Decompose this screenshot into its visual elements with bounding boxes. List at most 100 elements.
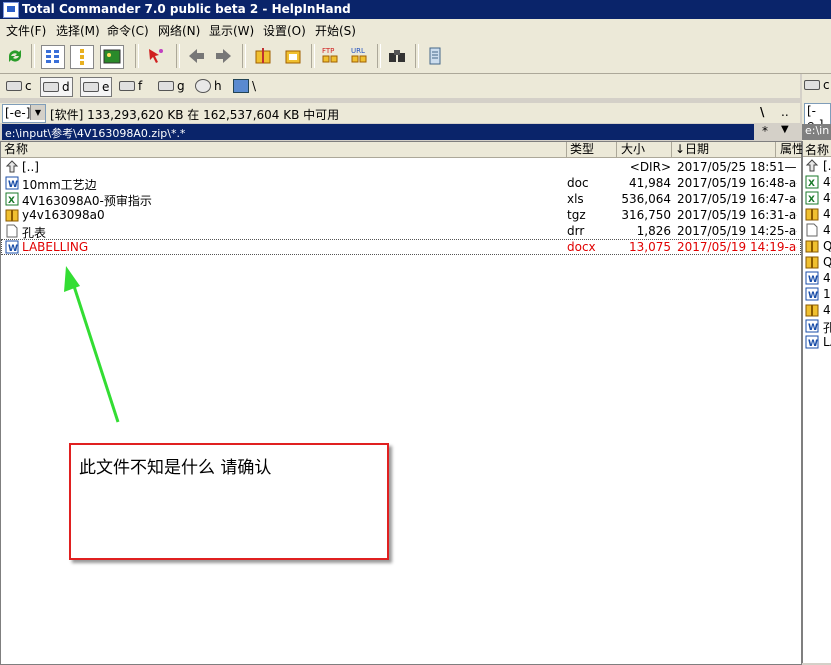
notepad-icon[interactable]	[424, 45, 446, 67]
drive-button-e[interactable]: e	[80, 77, 113, 97]
column-size[interactable]: 大小	[618, 142, 672, 157]
file-size: <DIR>	[629, 160, 671, 174]
current-path: e:\in	[805, 124, 830, 137]
chevron-down-icon[interactable]: ▼	[30, 105, 45, 120]
toolbar-separator	[31, 44, 35, 68]
file-size: 1,826	[636, 224, 671, 238]
menu-command[interactable]: 命令(C)	[107, 22, 149, 39]
column-type[interactable]: 类型	[567, 142, 617, 157]
file-row[interactable]: y4v163098a0 tgz 316,750 2017/05/19 16:31…	[1, 207, 801, 223]
file-name: 4v	[823, 207, 831, 221]
file-icon	[5, 224, 19, 238]
ftp-icon[interactable]: FTP	[319, 45, 341, 67]
drive-icon	[158, 81, 174, 91]
file-date: 2017/05/19 16:47-a-	[677, 192, 797, 206]
svg-text:W: W	[8, 180, 18, 190]
annotation-text: 此文件不知是什么 请确认	[79, 458, 272, 478]
drive-button-h[interactable]: h	[195, 77, 222, 95]
back-icon[interactable]	[185, 45, 207, 67]
drive-button-g[interactable]: g	[158, 77, 185, 95]
file-row[interactable]: 孔表 drr 1,826 2017/05/19 14:25-a-	[1, 223, 801, 240]
up-dir-icon	[805, 159, 819, 173]
file-name: LABELLING	[22, 240, 89, 254]
drive-select-value: [-e-]	[5, 106, 31, 120]
file-type: docx	[567, 240, 596, 254]
window-title: Total Commander 7.0 public beta 2 - Help…	[22, 2, 351, 16]
file-row[interactable]: W 10mm工艺边 doc 41,984 2017/05/19 16:48-a-	[1, 175, 801, 192]
menu-file[interactable]: 文件(F)	[6, 22, 46, 39]
file-name: 孔	[823, 321, 831, 335]
word-docx-icon: W	[805, 335, 819, 349]
drive-icon	[119, 81, 135, 91]
archive-icon	[805, 239, 819, 253]
file-name: [..]	[22, 160, 39, 174]
pack-icon[interactable]	[252, 45, 274, 67]
word-doc-icon: W	[805, 319, 819, 333]
file-name: 4V	[823, 191, 831, 205]
unpack-icon[interactable]	[282, 45, 304, 67]
menu-view[interactable]: 显示(W)	[209, 22, 254, 39]
archive-icon	[805, 255, 819, 269]
toolbar-separator	[415, 44, 419, 68]
column-date[interactable]: ↓日期	[672, 142, 776, 157]
column-name[interactable]: 名称	[1, 142, 567, 157]
menu-settings[interactable]: 设置(O)	[263, 22, 306, 39]
current-path: e:\input\参考\4V163098A0.zip\*.*	[5, 127, 186, 140]
file-icon	[805, 223, 819, 237]
drive-letter: d	[62, 80, 70, 94]
drive-button-c-right[interactable]: c	[804, 78, 830, 92]
url-icon[interactable]: URL	[348, 45, 370, 67]
file-date: 2017/05/19 16:48-a-	[677, 176, 797, 190]
file-list-right[interactable]: 名称 [.. X4V X4V 4v 4v Q Q W4v W10 4v W孔 W…	[802, 141, 831, 663]
drive-select[interactable]: [-e-] ▼	[2, 104, 46, 123]
brief-view-icon[interactable]	[41, 45, 65, 69]
refresh-icon[interactable]	[4, 45, 26, 67]
annotation-box: 此文件不知是什么 请确认	[69, 443, 389, 560]
file-row-selected[interactable]: W LABELLING docx 13,075 2017/05/19 14:19…	[1, 239, 801, 255]
url-label: URL	[351, 47, 365, 55]
file-name: [..	[823, 159, 831, 173]
app-icon	[3, 2, 19, 18]
thumbnail-view-icon[interactable]	[100, 45, 124, 69]
file-name: 4v	[823, 303, 831, 317]
file-type: doc	[567, 176, 589, 190]
up-dir-icon	[5, 160, 19, 174]
tree-view-icon[interactable]	[70, 45, 94, 69]
column-header: 名称 类型 大小 ↓日期 属性	[1, 142, 804, 158]
column-attr[interactable]: 属性	[777, 142, 804, 157]
parent-dir-button[interactable]: ..	[781, 105, 789, 119]
column-name[interactable]: 名称	[803, 141, 831, 157]
menu-select[interactable]: 选择(M)	[56, 22, 100, 39]
find-icon[interactable]	[386, 45, 408, 67]
toolbar-separator	[135, 44, 139, 68]
drive-button-d[interactable]: d	[40, 77, 73, 97]
svg-text:X: X	[808, 195, 815, 205]
path-bar[interactable]: e:\input\参考\4V163098A0.zip\*.*	[2, 124, 754, 140]
free-space-label: [软件] 133,293,620 KB 在 162,537,604 KB 中可用	[50, 108, 340, 122]
menu-start[interactable]: 开始(S)	[315, 22, 356, 39]
favorites-button[interactable]: *	[762, 124, 768, 138]
history-button[interactable]: ▼	[781, 124, 789, 135]
drive-button-f[interactable]: f	[119, 77, 142, 95]
drive-button-c[interactable]: c	[6, 77, 32, 95]
title-bar: Total Commander 7.0 public beta 2 - Help…	[0, 0, 831, 19]
archive-icon	[805, 303, 819, 317]
svg-text:W: W	[8, 244, 18, 254]
toolbar-separator	[242, 44, 246, 68]
menu-network[interactable]: 网络(N)	[158, 22, 200, 39]
cd-drive-icon	[195, 79, 211, 93]
invert-selection-icon[interactable]	[145, 45, 167, 67]
drive-button-network[interactable]: \	[233, 77, 256, 95]
file-panel-right[interactable]: c [-e-] e:\in 名称 [.. X4V X4V 4v 4v Q Q W…	[802, 74, 831, 663]
toolbar-separator	[377, 44, 381, 68]
file-size: 536,064	[621, 192, 671, 206]
file-type: xls	[567, 192, 584, 206]
drive-icon	[804, 80, 820, 90]
forward-icon[interactable]	[213, 45, 235, 67]
file-row[interactable]: X 4V163098A0-预审指示 xls 536,064 2017/05/19…	[1, 191, 801, 208]
file-row-parent[interactable]: [..] <DIR> 2017/05/25 18:51—	[1, 159, 801, 175]
path-bar-right[interactable]: e:\in	[802, 124, 831, 140]
root-dir-button[interactable]: \	[760, 105, 764, 119]
svg-text:X: X	[8, 196, 15, 206]
file-size: 41,984	[629, 176, 671, 190]
